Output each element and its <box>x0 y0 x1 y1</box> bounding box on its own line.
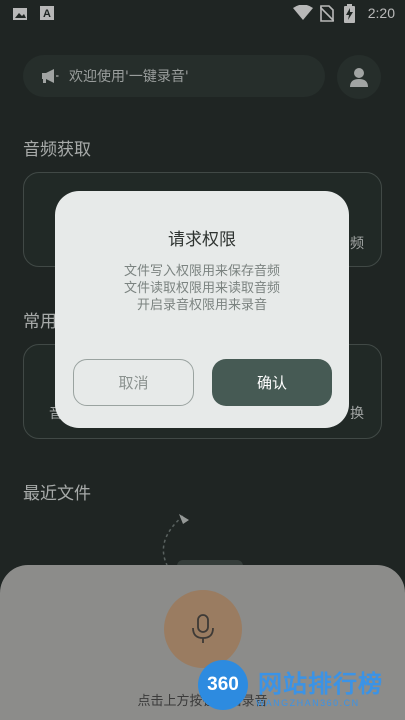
dialog-line: 开启录音权限用来录音 <box>136 298 267 313</box>
dialog-line: 文件读取权限用来读取音频 <box>123 281 280 296</box>
watermark-badge: 360 <box>198 660 248 710</box>
microphone-icon <box>192 614 214 643</box>
dialog-body: 文件写入权限用来保存音频 文件读取权限用来读取音频 开启录音权限用来录音 <box>55 263 349 314</box>
watermark-text: 网站排行榜 <box>258 670 383 698</box>
cancel-button[interactable]: 取消 <box>73 359 194 406</box>
watermark-subtext: WANGZHAN360.CN <box>256 698 360 708</box>
dialog-title: 请求权限 <box>168 230 236 250</box>
confirm-button[interactable]: 确认 <box>212 359 332 406</box>
permission-dialog: 请求权限 文件写入权限用来保存音频 文件读取权限用来读取音频 开启录音权限用来录… <box>55 191 349 428</box>
dialog-line: 文件写入权限用来保存音频 <box>123 264 280 279</box>
watermark: 360 网站排行榜 WANGZHAN360.CN <box>198 658 403 718</box>
record-button[interactable] <box>164 590 242 668</box>
